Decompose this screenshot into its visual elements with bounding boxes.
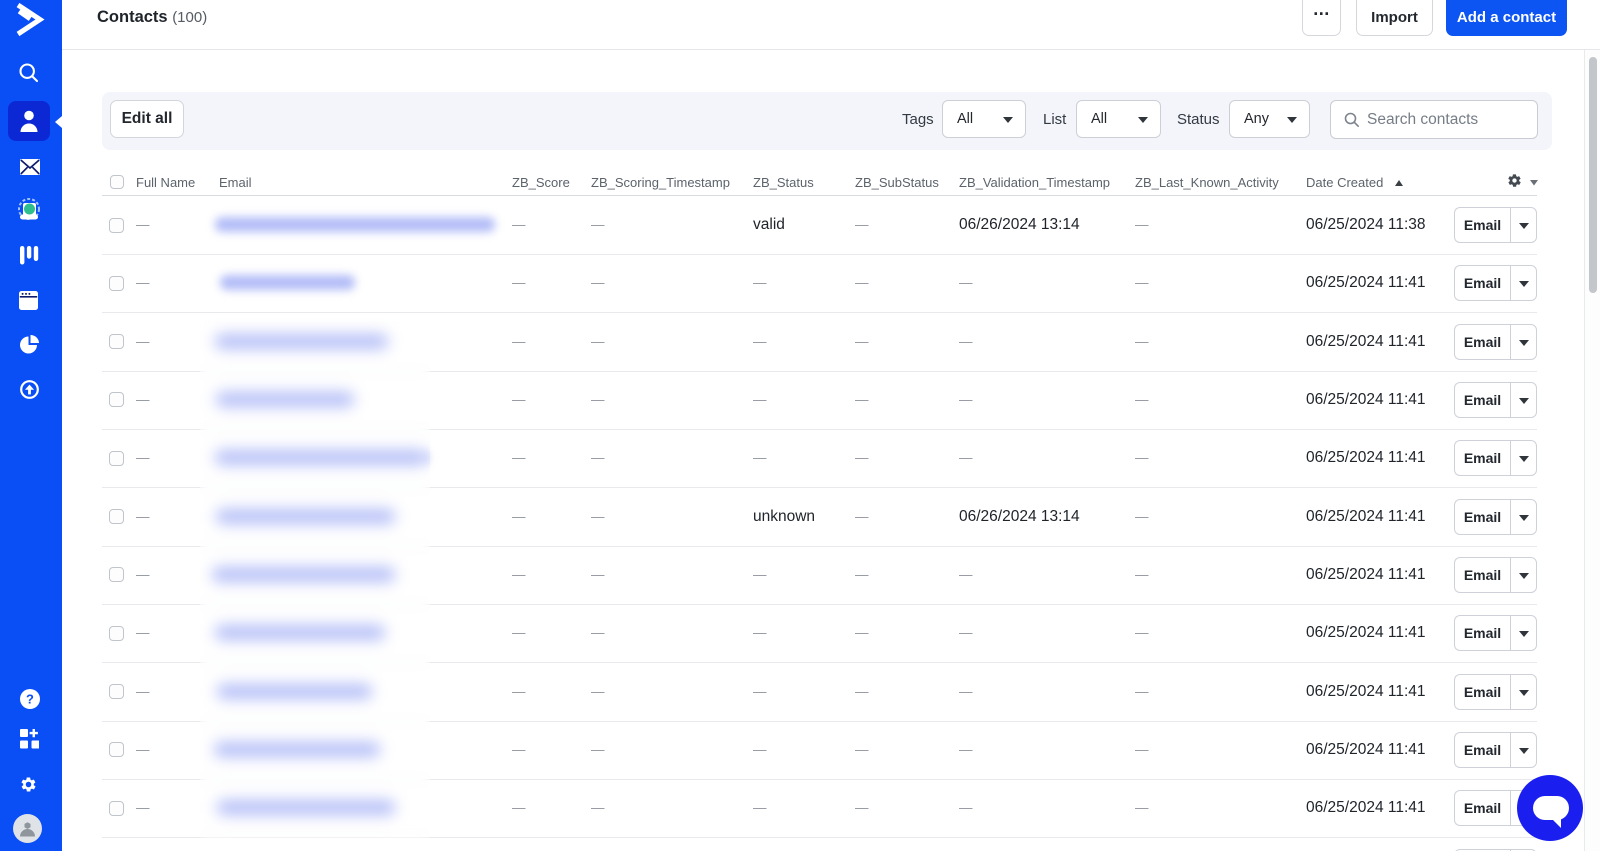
svg-text:?: ? xyxy=(26,691,34,706)
